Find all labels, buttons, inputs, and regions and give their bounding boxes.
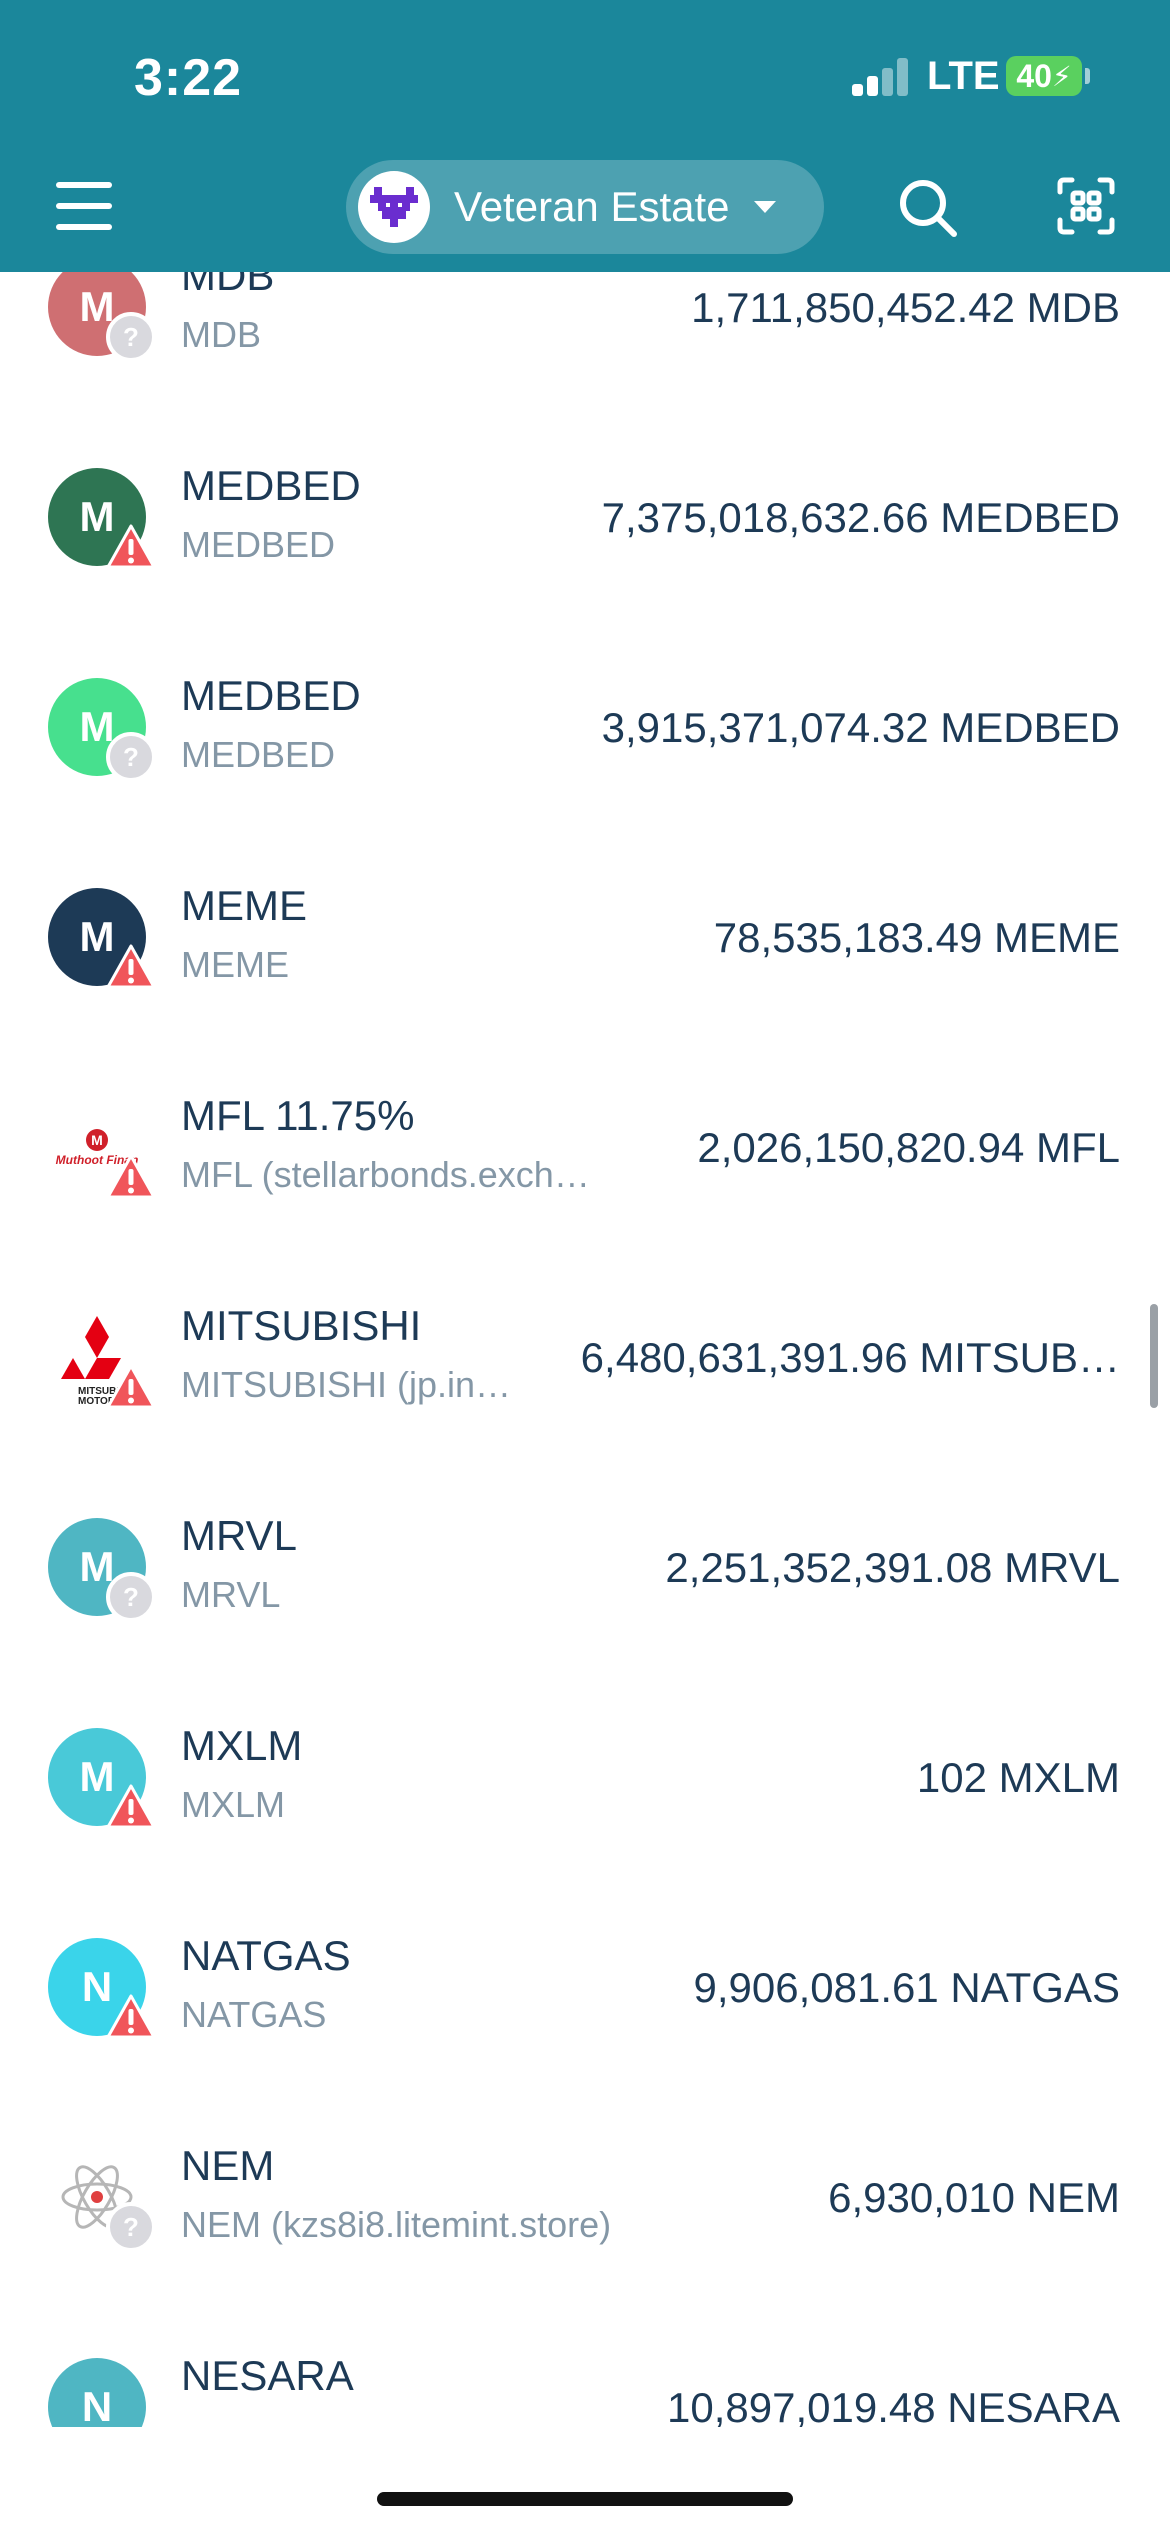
asset-name: MXLM: [181, 1722, 303, 1769]
app-header: 3:22 LTE 40 ⚡ Veteran Estate: [0, 0, 1170, 272]
question-icon: ?: [106, 1572, 156, 1622]
avatar-letter: N: [81, 2383, 113, 2427]
asset-name: MFL 11.75%: [181, 1092, 415, 1139]
asset-balance: 2,251,352,391.08 MRVL: [665, 1544, 1120, 1591]
asset-balance: 78,535,183.49 MEME: [713, 914, 1120, 961]
asset-balance: 9,906,081.61 NATGAS: [693, 1964, 1120, 2011]
cellular-signal-icon: [852, 58, 910, 96]
asset-row[interactable]: ? NEM NEM (kzs8i8.litemint.store) 6,930,010…: [0, 2092, 1170, 2302]
status-time: 3:22: [134, 49, 243, 107]
menu-icon[interactable]: [56, 178, 112, 234]
asset-row[interactable]: M? MRVL MRVL 2,251,352,391.08 MRVL: [0, 1462, 1170, 1672]
asset-name: MEDBED: [181, 672, 361, 719]
asset-row[interactable]: M? MDB MDB 1,711,850,452.42 MDB: [0, 272, 1170, 412]
asset-issuer: MXLM: [181, 1784, 286, 1825]
question-icon: ?: [106, 732, 156, 782]
asset-balance: 102 MXLM: [916, 1754, 1120, 1801]
asset-row[interactable]: N NATGAS NATGAS 9,906,081.61 NATGAS: [0, 1882, 1170, 2092]
warning-icon: [106, 1992, 156, 2042]
asset-row[interactable]: M? MEDBED MEDBED 3,915,371,074.32 MEDBED: [0, 622, 1170, 832]
wallet-avatar-icon: [358, 171, 430, 243]
chevron-down-icon: [753, 201, 776, 213]
asset-balance: 7,375,018,632.66 MEDBED: [601, 494, 1120, 541]
home-indicator[interactable]: [377, 2492, 793, 2506]
search-icon[interactable]: [896, 176, 960, 240]
asset-balance: 3,915,371,074.32 MEDBED: [601, 704, 1120, 751]
qr-scan-icon[interactable]: [1056, 176, 1116, 236]
asset-name: NESARA: [181, 2352, 354, 2399]
asset-avatar: N: [48, 2358, 146, 2427]
asset-name: MITSUBISHI: [181, 1302, 422, 1349]
warning-icon: [106, 522, 156, 572]
asset-list[interactable]: M? MDB MDB 1,711,850,452.42 MDB M MEDBED MEDBE…: [0, 272, 1170, 2427]
asset-issuer: MEDBED: [181, 734, 336, 775]
battery-icon: 40 ⚡: [1006, 56, 1082, 96]
warning-icon: [106, 1362, 156, 1412]
asset-issuer: MFL (stellarbonds.exch…: [181, 1154, 590, 1195]
asset-name: MDB: [181, 272, 275, 299]
asset-balance: 6,480,631,391.96 MITSUB…: [580, 1334, 1120, 1381]
asset-issuer: MEDBED: [181, 524, 336, 565]
question-icon: ?: [106, 312, 156, 362]
asset-issuer: MEME: [181, 944, 289, 985]
asset-row[interactable]: M MXLM MXLM 102 MXLM: [0, 1672, 1170, 1882]
asset-issuer: MITSUBISHI (jp.in…: [181, 1364, 512, 1405]
asset-issuer: MRVL: [181, 1574, 281, 1615]
warning-icon: [106, 1152, 156, 1202]
asset-row[interactable]: N NESARA 10,897,019.48 NESARA: [0, 2302, 1170, 2427]
asset-name: NEM: [181, 2142, 275, 2189]
asset-issuer: NATGAS: [181, 1994, 327, 2035]
asset-balance: 10,897,019.48 NESARA: [667, 2384, 1120, 2427]
asset-row[interactable]: M Muthoot Finan MFL 11.75% MFL (stellarbond…: [0, 1042, 1170, 1252]
asset-row[interactable]: MITSUBISHI MOTORS MITSUBISHI MITSUBISHI (jp…: [0, 1252, 1170, 1462]
question-icon: ?: [106, 2202, 156, 2252]
svg-text:M: M: [91, 1132, 103, 1148]
battery-tip: [1085, 68, 1090, 84]
asset-balance: 1,711,850,452.42 MDB: [691, 284, 1120, 331]
asset-row[interactable]: M MEME MEME 78,535,183.49 MEME: [0, 832, 1170, 1042]
warning-icon: [106, 942, 156, 992]
wallet-name: Veteran Estate: [454, 183, 730, 230]
asset-name: MRVL: [181, 1512, 297, 1559]
asset-issuer: MDB: [181, 314, 261, 355]
asset-balance: 2,026,150,820.94 MFL: [697, 1124, 1120, 1171]
warning-icon: [106, 1782, 156, 1832]
asset-row[interactable]: M MEDBED MEDBED 7,375,018,632.66 MEDBED: [0, 412, 1170, 622]
wallet-selector[interactable]: Veteran Estate: [346, 160, 824, 254]
scrollbar[interactable]: [1150, 1304, 1158, 1408]
network-type: LTE: [927, 54, 1000, 98]
asset-name: MEME: [181, 882, 307, 929]
asset-name: MEDBED: [181, 462, 361, 509]
asset-issuer: NEM (kzs8i8.litemint.store): [181, 2204, 612, 2245]
asset-name: NATGAS: [181, 1932, 351, 1979]
asset-balance: 6,930,010 NEM: [828, 2174, 1120, 2221]
battery-level: 40: [1016, 57, 1052, 94]
